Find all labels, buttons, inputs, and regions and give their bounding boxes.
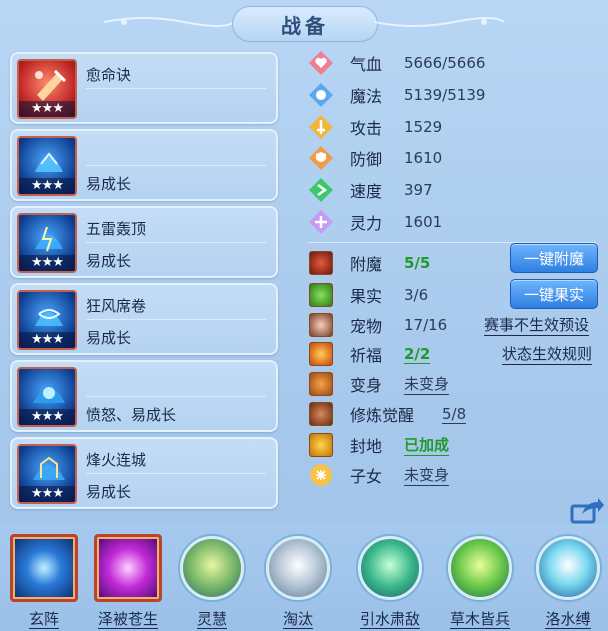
skill-name: 烽火连城 <box>86 451 147 469</box>
fief-icon <box>308 432 334 458</box>
skill-card[interactable]: ★★★ 愤怒、易成长 <box>10 360 278 432</box>
status-rules-link[interactable]: 状态生效规则 <box>502 343 593 365</box>
fruit-icon <box>308 282 334 308</box>
fruit-row: 果实 3/6 <box>308 281 428 309</box>
transform-icon <box>308 371 334 397</box>
river-bind-icon <box>536 536 600 600</box>
wisdom-icon <box>180 536 244 600</box>
forest-icon <box>448 536 512 600</box>
transform-row: 变身 未变身 <box>308 370 450 398</box>
divider <box>86 88 266 89</box>
wind-skill-icon: ★★★ <box>17 290 77 350</box>
formation-icon <box>10 534 78 602</box>
title-ornament-left-icon <box>104 17 234 27</box>
mana-icon <box>308 82 334 108</box>
skill-name: 狂风席卷 <box>86 297 147 315</box>
skill-name: 五雷轰顶 <box>86 220 147 238</box>
bottom-skill-eliminate[interactable]: 淘汰 <box>262 532 334 630</box>
skill-trait: 易成长 <box>86 329 132 347</box>
cultivation-icon <box>308 401 334 427</box>
stat-mp: 魔法 5139/5139 <box>308 81 485 109</box>
bottom-skill-formation[interactable]: 玄阵 <box>8 532 80 630</box>
stat-hp: 气血 5666/5666 <box>308 49 485 77</box>
sword-icon <box>308 114 334 140</box>
fire-city-skill-icon: ★★★ <box>17 444 77 504</box>
bottom-skill-wisdom[interactable]: 灵慧 <box>176 532 248 630</box>
skill-trait: 易成长 <box>86 483 132 501</box>
share-icon[interactable] <box>570 496 604 524</box>
enchant-icon <box>308 250 334 276</box>
page-title: 战备 <box>232 6 378 42</box>
stat-speed: 速度 397 <box>308 176 433 204</box>
bottom-skill-forest[interactable]: 草木皆兵 <box>444 532 516 630</box>
title-ornament-right-icon <box>374 17 504 27</box>
cultivation-row: 修炼觉醒 5/8 <box>308 400 467 428</box>
skill-trait: 易成长 <box>86 252 132 270</box>
event-preset-link[interactable]: 赛事不生效预设 <box>484 314 590 336</box>
eliminate-icon <box>266 536 330 600</box>
skill-card[interactable]: ★★★ 愈命诀 <box>10 52 278 124</box>
child-icon <box>308 462 334 488</box>
divider <box>86 473 266 474</box>
skill-name: 愈命诀 <box>86 66 132 84</box>
skill-trait: 易成长 <box>86 175 132 193</box>
divider <box>86 242 266 243</box>
skill-card[interactable]: ★★★ 狂风席卷 易成长 <box>10 283 278 355</box>
bottom-skill-blessing[interactable]: 泽被苍生 <box>92 532 164 630</box>
bottom-skill-river-bind[interactable]: 洛水缚 <box>532 532 604 630</box>
child-row: 子女 未变身 <box>308 461 450 489</box>
fief-row: 封地 已加成 <box>308 431 450 459</box>
helmet-skill-icon: ★★★ <box>17 136 77 196</box>
spirit-icon <box>308 209 334 235</box>
one-click-enchant-button[interactable]: 一键附魔 <box>510 243 598 273</box>
one-click-fruit-button[interactable]: 一键果实 <box>510 279 598 309</box>
speed-icon <box>308 177 334 203</box>
divider <box>86 319 266 320</box>
shield-icon <box>308 145 334 171</box>
blessing-hand-icon <box>94 534 162 602</box>
thunder-skill-icon: ★★★ <box>17 213 77 273</box>
divider <box>86 165 266 166</box>
blessing-icon <box>308 341 334 367</box>
skill-card[interactable]: ★★★ 易成长 <box>10 129 278 201</box>
heart-icon <box>308 50 334 76</box>
pet-icon <box>308 312 334 338</box>
healing-skill-icon: ★★★ <box>17 59 77 119</box>
skill-card[interactable]: ★★★ 五雷轰顶 易成长 <box>10 206 278 278</box>
stat-defense: 防御 1610 <box>308 144 442 172</box>
divider <box>86 396 266 397</box>
enchant-row: 附魔 5/5 <box>308 249 430 277</box>
blessing-row: 祈福 2/2 <box>308 340 431 368</box>
water-icon <box>358 536 422 600</box>
skill-card[interactable]: ★★★ 烽火连城 易成长 <box>10 437 278 509</box>
skill-trait: 愤怒、易成长 <box>86 406 177 424</box>
bottom-skill-water[interactable]: 引水肃敌 <box>354 532 426 630</box>
pet-row: 宠物 17/16 <box>308 311 447 339</box>
stat-attack: 攻击 1529 <box>308 113 442 141</box>
stat-spirit: 灵力 1601 <box>308 208 442 236</box>
rage-skill-icon: ★★★ <box>17 367 77 427</box>
